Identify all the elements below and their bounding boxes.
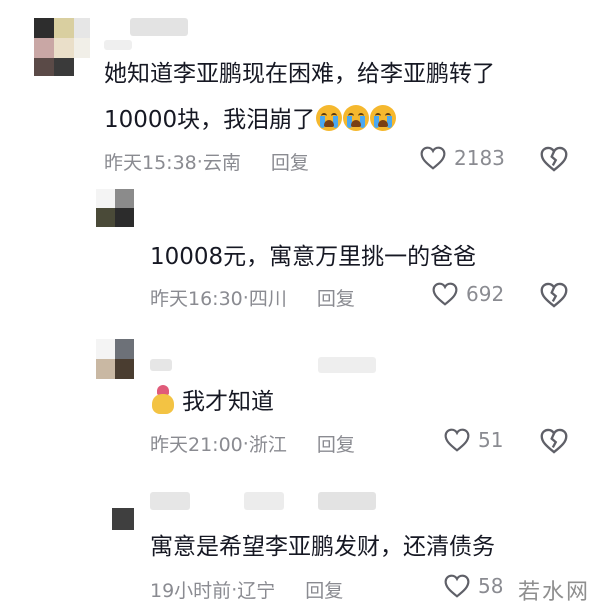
- avatar-blurred[interactable]: [96, 189, 134, 227]
- comment-location: 浙江: [248, 434, 287, 456]
- heart-hands-emoji: [150, 385, 176, 415]
- heart-icon: [444, 574, 470, 598]
- username-blurred-extra: [318, 492, 376, 510]
- reply-button[interactable]: 回复: [317, 430, 355, 457]
- reply-button[interactable]: 回复: [317, 284, 355, 311]
- comment-text: 10008元，寓意万里挑一的爸爸: [150, 244, 477, 270]
- broken-heart-icon: [540, 428, 568, 454]
- comment-time: 昨天15:38: [104, 152, 197, 174]
- username-blurred[interactable]: [130, 18, 188, 36]
- watermark: 若水网: [517, 580, 590, 605]
- like-button[interactable]: 692: [432, 282, 504, 306]
- avatar-blurred[interactable]: [112, 508, 134, 530]
- reply-button[interactable]: 回复: [271, 148, 309, 175]
- username-blurred-extra: [318, 357, 376, 373]
- broken-heart-icon: [540, 146, 568, 172]
- like-count: 51: [478, 428, 504, 452]
- comment-text-content: 我才知道: [182, 389, 274, 415]
- comment-text: 我才知道: [150, 383, 274, 421]
- comment-meta: 昨天21:00 · 浙江 回复: [150, 430, 355, 457]
- comment-time: 昨天16:30: [150, 288, 243, 310]
- like-count: 2183: [454, 146, 505, 170]
- like-button[interactable]: 51: [444, 428, 503, 452]
- crying-face-emoji: [343, 105, 370, 131]
- comment-location: 辽宁: [237, 580, 276, 602]
- username-blurred[interactable]: [150, 492, 190, 510]
- crying-face-emoji: [316, 105, 343, 131]
- comment-2: 10008元，寓意万里挑一的爸爸 昨天16:30 · 四川 回复 692: [0, 185, 600, 325]
- comment-4: 寓意是希望李亚鹏发财，还清债务 19小时前 · 辽宁 回复 58: [0, 482, 600, 608]
- comment-location: 四川: [248, 288, 287, 310]
- crying-face-emoji: [370, 105, 397, 131]
- comment-time: 昨天21:00: [150, 434, 243, 456]
- comment-text-line2-text: 10000块，我泪崩了: [104, 107, 316, 133]
- dislike-button[interactable]: [540, 428, 568, 458]
- dislike-button[interactable]: [540, 146, 568, 176]
- comment-text-line1: 她知道李亚鹏现在困难，给李亚鹏转了: [104, 61, 495, 87]
- broken-heart-icon: [540, 282, 568, 308]
- comment-location: 云南: [202, 152, 241, 174]
- like-button[interactable]: 2183: [420, 146, 505, 170]
- heart-icon: [420, 146, 446, 170]
- like-count: 692: [466, 282, 505, 306]
- username-blurred-extra: [244, 492, 284, 510]
- comment-meta: 19小时前 · 辽宁 回复: [150, 576, 343, 603]
- comment-meta: 昨天16:30 · 四川 回复: [150, 284, 355, 311]
- avatar-blurred[interactable]: [96, 339, 134, 379]
- comment-1: 她知道李亚鹏现在困难，给李亚鹏转了 10000块，我泪崩了 昨天15:38 · …: [0, 0, 600, 190]
- comment-meta: 昨天15:38 · 云南 回复: [104, 148, 309, 175]
- username-blurred[interactable]: [150, 359, 172, 371]
- like-count: 58: [478, 574, 504, 598]
- dislike-button[interactable]: [540, 282, 568, 312]
- heart-icon: [432, 282, 458, 306]
- comment-3: 我才知道 昨天21:00 · 浙江 回复 51: [0, 335, 600, 475]
- comment-text-line2: 10000块，我泪崩了: [104, 101, 397, 139]
- comment-time: 19小时前: [150, 580, 232, 602]
- heart-icon: [444, 428, 470, 452]
- like-button[interactable]: 58: [444, 574, 503, 598]
- comment-text: 寓意是希望李亚鹏发财，还清债务: [150, 534, 495, 560]
- avatar-blurred[interactable]: [34, 18, 90, 76]
- reply-button[interactable]: 回复: [305, 576, 343, 603]
- username-blurred-extra: [104, 40, 132, 50]
